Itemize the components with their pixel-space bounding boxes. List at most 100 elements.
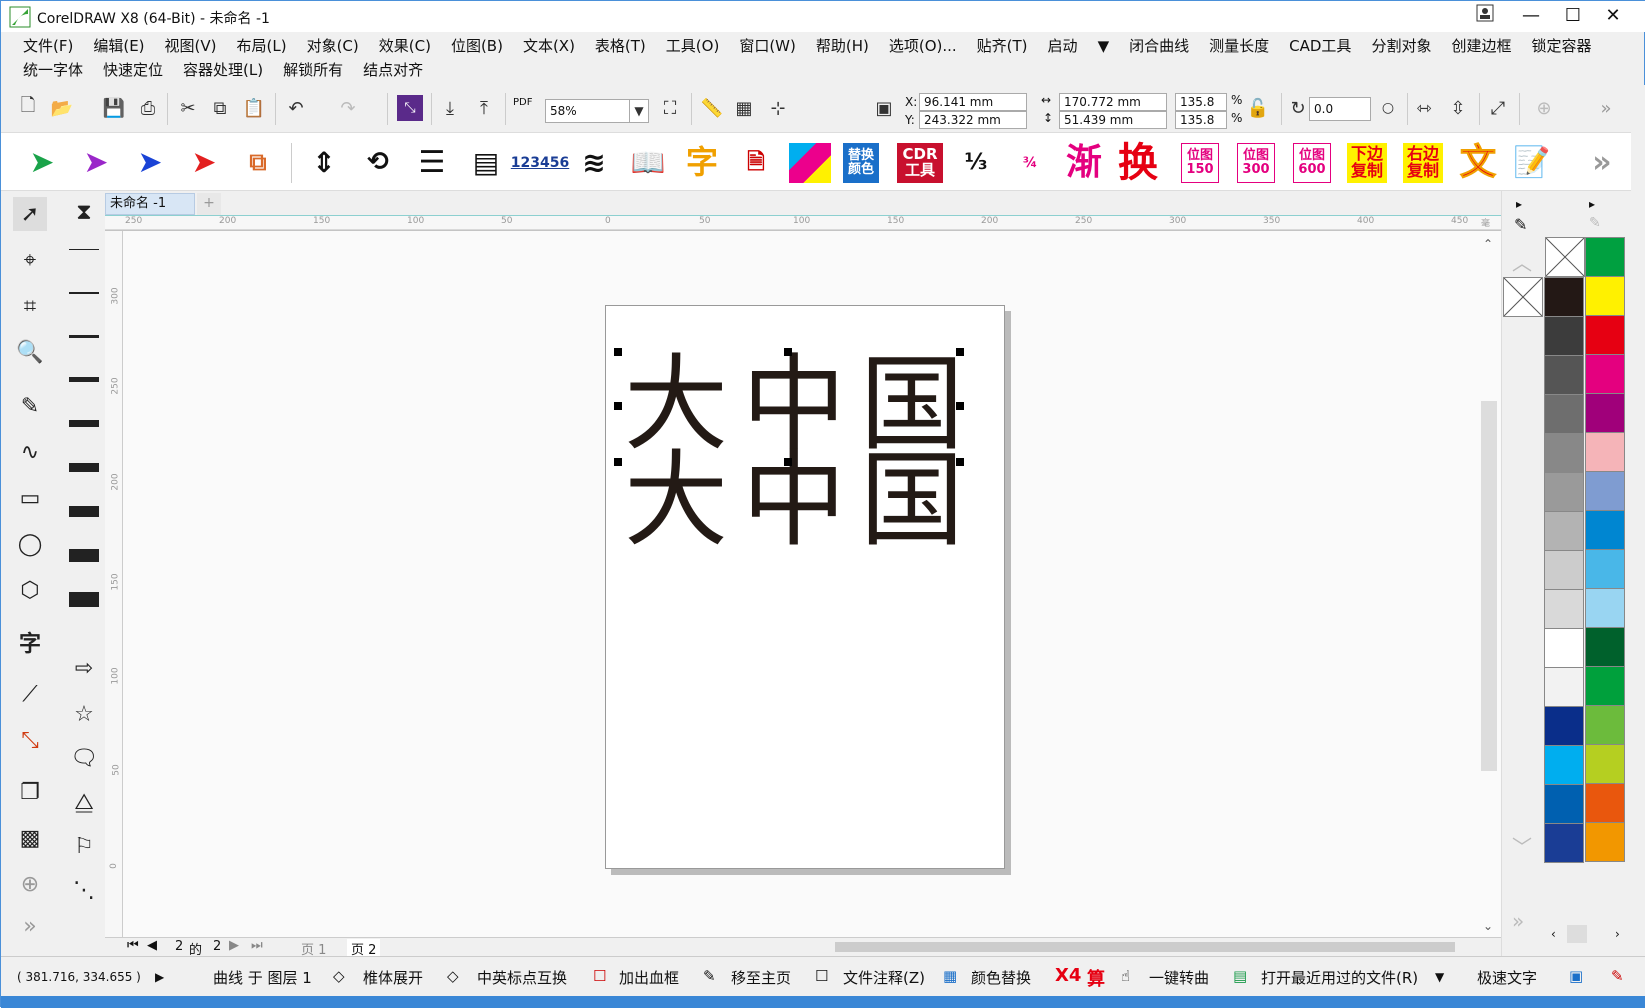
freehand-tool-icon[interactable]: ✎ (13, 389, 47, 423)
star-shape-icon[interactable]: ☆ (67, 697, 101, 731)
palette-swatch[interactable] (1585, 588, 1625, 628)
palette-swatch[interactable] (1585, 432, 1625, 472)
palette-swatch[interactable] (1544, 706, 1584, 746)
bleed-frame-icon[interactable]: ☐ (593, 967, 606, 985)
import-icon[interactable]: ⤓ (437, 95, 463, 121)
bitmap-300-icon[interactable]: 位图300 (1237, 143, 1275, 183)
show-rulers-icon[interactable]: 📏 (699, 95, 725, 121)
copy-bottom-icon[interactable]: 下边复制 (1347, 143, 1387, 183)
zoom-dropdown-icon[interactable]: ▼ (629, 99, 649, 123)
palette-swatch[interactable] (1544, 394, 1584, 434)
paste-icon[interactable]: 📋 (241, 95, 267, 121)
palette-swatch[interactable] (1544, 628, 1584, 668)
glyph-da-2[interactable]: 大 (624, 448, 728, 552)
menu-launch[interactable]: 启动 (1038, 34, 1088, 58)
cmyk-icon[interactable] (789, 143, 831, 183)
menu-measure-length[interactable]: 测量长度 (1199, 34, 1279, 58)
zoom-tool-icon[interactable]: 🔍 (13, 335, 47, 369)
line-weight-2[interactable] (69, 335, 99, 338)
menu-quick-locate[interactable]: 快速定位 (93, 58, 173, 82)
palette-eyedropper-icon[interactable]: ✎ (1589, 215, 1601, 231)
curve-tool-icon[interactable]: ≋ (573, 143, 615, 183)
hourglass-icon[interactable]: ⧗ (67, 195, 101, 229)
open-icon[interactable]: 📂 (49, 95, 75, 121)
dimension-tool-icon[interactable]: ⟋ (13, 677, 47, 711)
copy-right-icon[interactable]: 右边复制 (1403, 143, 1443, 183)
eyedropper-icon[interactable]: ✎ (1514, 215, 1527, 234)
status-expand-icon[interactable]: ▶ (155, 970, 164, 984)
line-weight-1[interactable] (69, 292, 99, 294)
window-right-scrollbar[interactable] (1631, 85, 1645, 957)
vertical-scrollbar[interactable] (1481, 401, 1497, 771)
convert-curve-button[interactable]: 一键转曲 (1149, 967, 1209, 988)
menu-container-process[interactable]: 容器处理(L) (173, 58, 273, 82)
rectangle-tool-icon[interactable]: ▭ (13, 481, 47, 515)
table-icon[interactable]: ▤ (465, 143, 507, 183)
object-origin-icon[interactable]: ▣ (871, 95, 897, 121)
account-icon[interactable] (1467, 3, 1503, 29)
glyph-zhong-2[interactable]: 中 (742, 448, 846, 552)
palette-swatch[interactable] (1544, 667, 1584, 707)
last-page-icon[interactable]: ⏭ (251, 938, 263, 953)
rotation-field[interactable]: 0.0 (1309, 97, 1371, 121)
palette-swatch[interactable] (1585, 627, 1625, 667)
mirror-vertical-icon[interactable]: ⇳ (1445, 95, 1471, 121)
cut-icon[interactable]: ✂ (175, 95, 201, 121)
menu-create-border[interactable]: 创建边框 (1441, 34, 1521, 58)
x-position-field[interactable]: 96.141 mm (919, 93, 1027, 111)
selection-handle-s[interactable] (784, 458, 792, 466)
punctuation-swap-button[interactable]: 中英标点互换 (477, 967, 567, 988)
save-icon[interactable]: 💾 (101, 95, 127, 121)
number-tag-icon[interactable]: ⅓ (955, 143, 997, 183)
menu-effects[interactable]: 效果(C) (369, 34, 441, 58)
first-page-icon[interactable]: ⏮ (127, 938, 139, 953)
menu-bitmaps[interactable]: 位图(B) (441, 34, 513, 58)
green-paper-plane-icon[interactable]: ➤ (21, 143, 63, 183)
selection-handle-sw[interactable] (614, 458, 622, 466)
palette-swatch[interactable] (1585, 705, 1625, 745)
glyph-guo-2[interactable]: 国 (860, 448, 964, 552)
artistic-media-icon[interactable]: ∿ (13, 435, 47, 469)
vertical-ruler[interactable]: 300 250 200 150 100 50 0 (105, 231, 123, 937)
scale-y-field[interactable]: 135.8 (1175, 111, 1227, 129)
arrow-shape-icon[interactable]: ⇨ (67, 651, 101, 685)
punctuation-swap-icon[interactable]: ◇ (447, 967, 459, 985)
blue-paper-plane-icon[interactable]: ➤ (129, 143, 171, 183)
palette-swatch[interactable] (1544, 745, 1584, 785)
basic-shapes-icon[interactable]: ⧋ (67, 785, 101, 819)
lock-ratio-icon[interactable]: 🔓 (1245, 95, 1271, 121)
calc-icon[interactable]: 算 (1087, 965, 1105, 991)
redo-icon[interactable]: ↷ (335, 95, 361, 121)
file-note-button[interactable]: 文件注释(Z) (843, 967, 925, 988)
selection-handle-se[interactable] (956, 458, 964, 466)
menu-cad-tools[interactable]: CAD工具 (1279, 34, 1361, 58)
number-sequence-icon[interactable]: 123456 (511, 143, 569, 183)
menu-layout[interactable]: 布局(L) (227, 34, 297, 58)
export-icon[interactable]: ⤒ (471, 95, 497, 121)
flowchart-shape-icon[interactable]: ⋱ (67, 873, 101, 907)
add-document-tab-icon[interactable]: + (197, 193, 221, 215)
publish-pdf-icon[interactable]: PDF (513, 97, 532, 108)
line-weight-hairline[interactable] (69, 249, 99, 250)
search-content-icon[interactable]: ⤡ (397, 95, 423, 121)
y-position-field[interactable]: 243.322 mm (919, 111, 1027, 129)
horizontal-scrollbar[interactable] (835, 942, 1455, 952)
minimize-button[interactable]: — (1513, 3, 1549, 29)
close-button[interactable]: ✕ (1595, 3, 1631, 29)
recent-files-icon[interactable]: ▤ (1233, 967, 1247, 985)
menu-tools[interactable]: 工具(O) (656, 34, 730, 58)
menu-file[interactable]: 文件(F) (13, 34, 83, 58)
menu-unify-font[interactable]: 统一字体 (13, 58, 93, 82)
transparency-icon[interactable]: ▩ (13, 821, 47, 855)
palette-swatch[interactable] (1585, 276, 1625, 316)
bitmap-600-icon[interactable]: 位图600 (1293, 143, 1331, 183)
purple-paper-plane-icon[interactable]: ➤ (75, 143, 117, 183)
selection-handle-n[interactable] (784, 348, 792, 356)
selection-handle-nw[interactable] (614, 348, 622, 356)
book-pages-icon[interactable]: 📖 (627, 143, 669, 183)
drop-shadow-icon[interactable]: ❐ (13, 775, 47, 809)
menu-text[interactable]: 文本(X) (513, 34, 585, 58)
mirror-horizontal-icon[interactable]: ⇿ (1411, 95, 1437, 121)
print-icon[interactable]: ⎙ (135, 95, 161, 121)
palette-swatch[interactable] (1585, 471, 1625, 511)
